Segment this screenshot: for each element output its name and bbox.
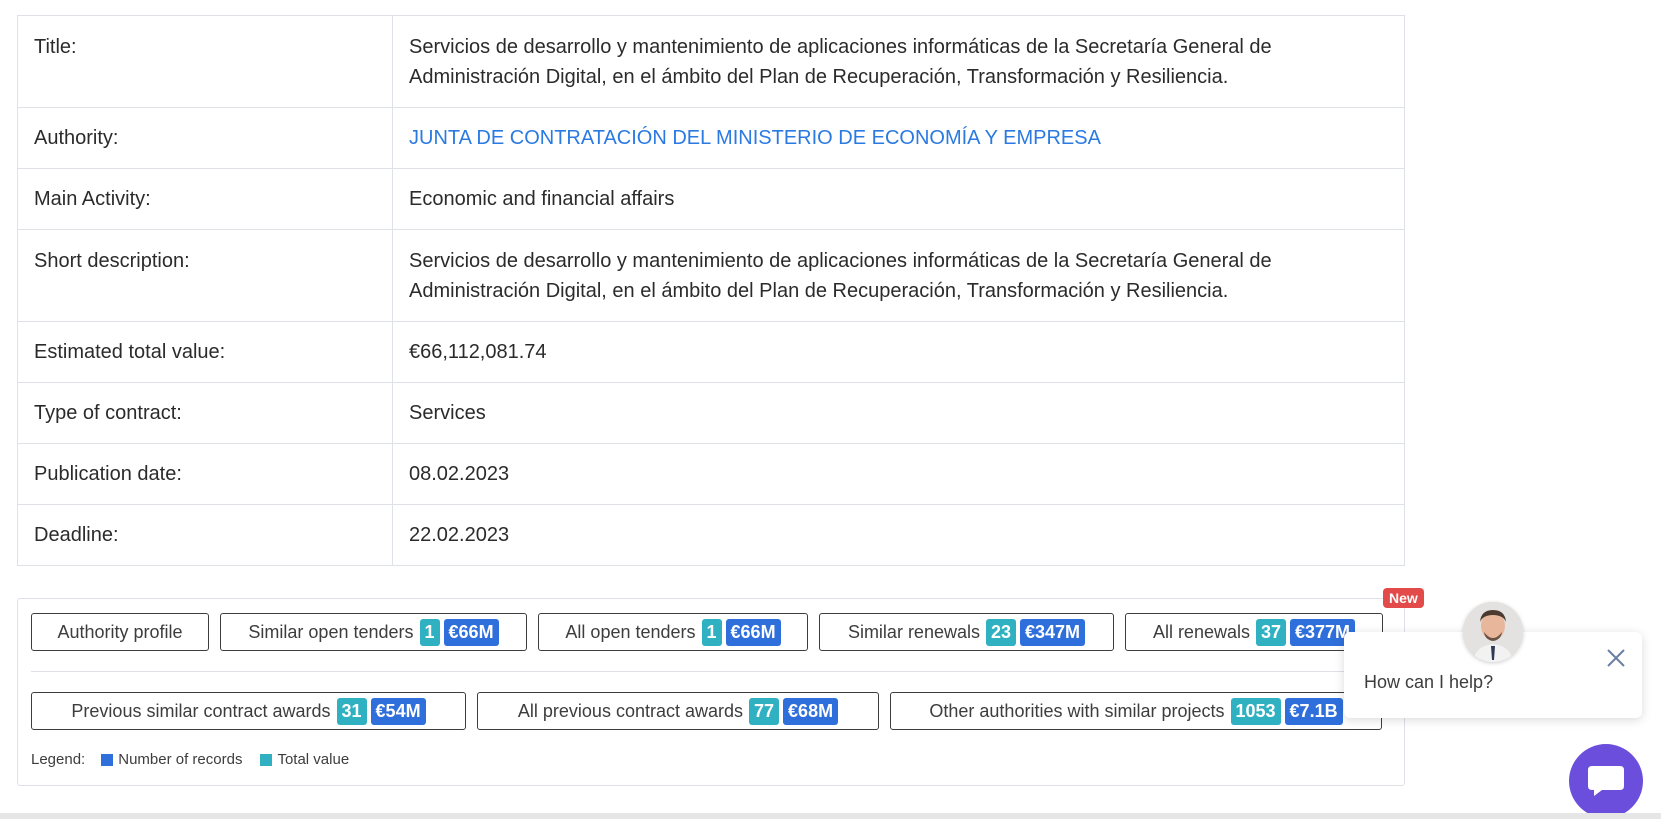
authority-profile-label: Authority profile: [57, 621, 183, 642]
title-label: Title:: [17, 15, 393, 108]
similar-renewals-count: 23: [985, 618, 1017, 646]
main-activity-label: Main Activity:: [17, 168, 393, 230]
panel-divider: [31, 671, 1382, 672]
row-contract-type: Type of contract: Services: [17, 382, 1405, 444]
legend: Legend: Number of records Total value: [31, 751, 367, 768]
row-deadline: Deadline: 22.02.2023: [17, 504, 1405, 566]
horizontal-scrollbar[interactable]: [0, 813, 1661, 819]
row-title: Title: Servicios de desarrollo y manteni…: [17, 15, 1405, 108]
similar-renewals-value: €347M: [1020, 618, 1086, 646]
similar-renewals-label: Similar renewals: [847, 621, 980, 642]
legend-total-label: Total value: [277, 751, 350, 768]
chat-prompt: How can I help?: [1364, 672, 1494, 692]
similar-open-tenders-button[interactable]: Similar open tenders 1 €66M: [220, 613, 527, 651]
legend-total: Total value: [260, 751, 349, 768]
all-open-tenders-button[interactable]: All open tenders 1 €66M: [538, 613, 808, 651]
other-authorities-button[interactable]: Other authorities with similar projects …: [890, 692, 1382, 730]
estimated-value-value: €66,112,081.74: [392, 321, 1405, 383]
short-description-label: Short description:: [17, 229, 393, 322]
previous-similar-awards-count: 31: [336, 697, 367, 725]
contract-type-label: Type of contract:: [17, 382, 393, 444]
previous-similar-awards-button[interactable]: Previous similar contract awards 31 €54M: [31, 692, 466, 730]
related-tenders-panel: Authority profile Similar open tenders 1…: [17, 598, 1405, 786]
all-renewals-label: All renewals: [1152, 621, 1250, 642]
main-activity-value: Economic and financial affairs: [392, 168, 1405, 230]
button-row-1: Authority profile Similar open tenders 1…: [31, 613, 1394, 651]
all-previous-awards-button[interactable]: All previous contract awards 77 €68M: [477, 692, 879, 730]
person-icon: [1463, 602, 1523, 662]
all-open-tenders-label: All open tenders: [565, 621, 696, 642]
publication-date-value: 08.02.2023: [392, 443, 1405, 505]
all-previous-awards-label: All previous contract awards: [517, 700, 744, 721]
short-description-value: Servicios de desarrollo y mantenimiento …: [392, 229, 1405, 322]
other-authorities-label: Other authorities with similar projects: [929, 700, 1225, 721]
row-publication-date: Publication date: 08.02.2023: [17, 443, 1405, 505]
row-estimated-value: Estimated total value: €66,112,081.74: [17, 321, 1405, 383]
legend-label: Legend:: [31, 751, 86, 768]
publication-date-label: Publication date:: [17, 443, 393, 505]
all-previous-awards-value: €68M: [783, 697, 839, 725]
previous-similar-awards-value: €54M: [370, 697, 426, 725]
row-main-activity: Main Activity: Economic and financial af…: [17, 168, 1405, 230]
close-icon[interactable]: [1604, 646, 1628, 670]
other-authorities-count: 1053: [1230, 697, 1281, 725]
deadline-value: 22.02.2023: [392, 504, 1405, 566]
authority-link[interactable]: JUNTA DE CONTRATACIÓN DEL MINISTERIO DE …: [409, 127, 1101, 149]
button-row-2: Previous similar contract awards 31 €54M…: [31, 692, 1393, 730]
previous-similar-awards-label: Previous similar contract awards: [71, 700, 331, 721]
other-authorities-value: €7.1B: [1284, 697, 1343, 725]
similar-open-tenders-value: €66M: [443, 618, 499, 646]
similar-open-tenders-label: Similar open tenders: [248, 621, 414, 642]
support-agent-avatar: [1463, 602, 1523, 662]
row-short-description: Short description: Servicios de desarrol…: [17, 229, 1405, 322]
authority-cell: JUNTA DE CONTRATACIÓN DEL MINISTERIO DE …: [392, 107, 1405, 169]
contract-type-value: Services: [392, 382, 1405, 444]
legend-records-label: Number of records: [118, 751, 243, 768]
chat-icon: [1588, 766, 1624, 796]
chat-launcher-button[interactable]: [1569, 744, 1643, 818]
row-authority: Authority: JUNTA DE CONTRATACIÓN DEL MIN…: [17, 107, 1405, 169]
authority-profile-button[interactable]: Authority profile: [31, 613, 209, 651]
legend-total-swatch: [260, 753, 273, 766]
tender-details-table: Title: Servicios de desarrollo y manteni…: [17, 15, 1405, 566]
all-previous-awards-count: 77: [749, 697, 780, 725]
all-open-tenders-count: 1: [701, 618, 722, 646]
title-value: Servicios de desarrollo y mantenimiento …: [392, 15, 1405, 108]
authority-label: Authority:: [17, 107, 393, 169]
all-renewals-count: 37: [1255, 618, 1287, 646]
legend-records-swatch: [101, 753, 114, 766]
all-open-tenders-value: €66M: [725, 618, 781, 646]
estimated-value-label: Estimated total value:: [17, 321, 393, 383]
similar-open-tenders-count: 1: [419, 618, 440, 646]
legend-records: Number of records: [101, 751, 242, 768]
similar-renewals-button[interactable]: Similar renewals 23 €347M: [819, 613, 1114, 651]
new-badge: New: [1383, 588, 1424, 608]
deadline-label: Deadline:: [17, 504, 393, 566]
